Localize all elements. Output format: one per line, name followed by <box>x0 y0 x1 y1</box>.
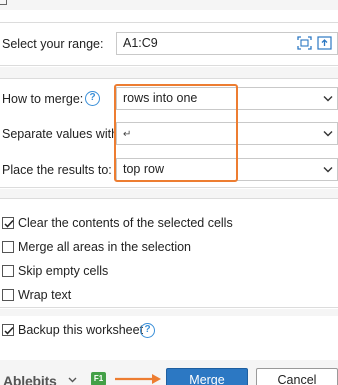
option-label: Wrap text <box>18 288 72 302</box>
how-to-merge-value: rows into one <box>123 91 198 105</box>
checkmark-icon <box>4 219 14 228</box>
checkbox[interactable] <box>2 289 14 301</box>
ablebits-logo[interactable]: Ablebits <box>3 373 57 385</box>
merge-settings-section: How to merge: ? rows into one Separate v… <box>0 78 338 188</box>
separator-band <box>0 67 338 78</box>
checkbox[interactable] <box>2 265 14 277</box>
range-input[interactable]: A1:C9 <box>116 32 338 55</box>
place-results-label: Place the results to: <box>2 163 112 177</box>
range-value: A1:C9 <box>123 36 158 50</box>
chevron-down-icon <box>323 96 333 102</box>
expand-selection-icon[interactable] <box>317 36 332 50</box>
chevron-down-icon[interactable] <box>68 377 77 383</box>
how-to-merge-label: How to merge: <box>2 92 84 106</box>
checkmark-icon <box>4 326 14 335</box>
checkbox[interactable] <box>2 241 14 253</box>
chevron-down-icon <box>323 167 333 173</box>
separator-band <box>0 189 338 198</box>
title-strip <box>0 0 338 10</box>
title-fragment <box>0 0 7 5</box>
help-shortcut-icon[interactable]: F1 <box>91 372 106 385</box>
separator-value: ↵ <box>123 129 132 140</box>
cancel-button[interactable]: Cancel <box>256 368 338 385</box>
separate-values-select[interactable]: ↵ <box>116 122 338 145</box>
footer-bar: Ablebits F1 Merge Cancel <box>0 360 338 385</box>
range-label: Select your range: <box>2 37 104 51</box>
chevron-down-icon <box>323 131 333 137</box>
backup-label: Backup this worksheet <box>18 323 144 337</box>
select-range-icon[interactable] <box>297 36 312 50</box>
help-icon[interactable]: ? <box>140 323 155 338</box>
separate-values-label: Separate values with: <box>2 127 122 141</box>
separator-band <box>0 309 338 316</box>
checkbox[interactable] <box>2 217 14 229</box>
merge-button[interactable]: Merge <box>166 368 248 385</box>
how-to-merge-select[interactable]: rows into one <box>116 87 338 110</box>
option-label: Merge all areas in the selection <box>18 240 192 254</box>
range-section: Select your range: A1:C9 <box>0 22 338 66</box>
option-label: Skip empty cells <box>18 264 109 278</box>
option-label: Clear the contents of the selected cells <box>18 216 233 230</box>
options-section: Clear the contents of the selected cells… <box>0 198 338 308</box>
place-results-select[interactable]: top row <box>116 158 338 181</box>
arrow-right-icon <box>115 374 161 384</box>
checkbox[interactable] <box>2 324 14 336</box>
help-icon[interactable]: ? <box>85 91 100 106</box>
place-results-value: top row <box>123 162 164 176</box>
